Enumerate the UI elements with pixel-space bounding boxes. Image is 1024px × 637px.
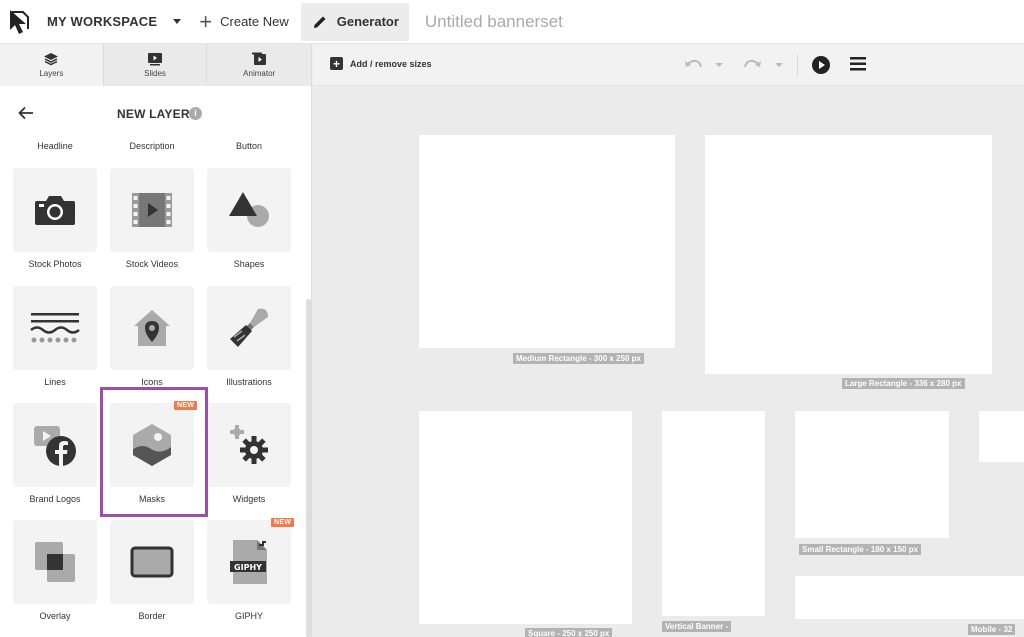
create-new-button[interactable]: + Create New <box>193 0 297 44</box>
banner-vertical[interactable] <box>662 411 765 616</box>
play-icon[interactable] <box>812 56 830 74</box>
banner-large-rectangle[interactable] <box>705 135 992 374</box>
banner-label-square: Square - 250 x 250 px <box>525 628 613 637</box>
panel-tabs: Layers Slides Animator <box>0 44 311 86</box>
tile-brand-logos[interactable] <box>13 403 97 487</box>
tile-illustrations[interactable] <box>207 286 291 370</box>
canvas-toolbar: + Add / remove sizes <box>313 44 1024 86</box>
banner-partial-right[interactable] <box>979 411 1024 462</box>
plus-icon: + <box>199 8 213 34</box>
add-remove-sizes-button[interactable]: + Add / remove sizes <box>330 57 432 70</box>
back-arrow-icon[interactable] <box>18 106 34 120</box>
left-panel: Layers Slides Animator NEW LAYER i Headl <box>0 44 312 637</box>
banner-label-vertical: Vertical Banner - <box>662 621 732 632</box>
undo-icon[interactable] <box>684 57 702 71</box>
banner-square[interactable] <box>419 411 632 624</box>
add-icon: + <box>330 57 343 70</box>
generator-label: Generator <box>336 14 399 29</box>
info-icon[interactable]: i <box>189 107 202 120</box>
layer-item-headline[interactable]: Headline <box>13 141 97 151</box>
tile-overlay-label: Overlay <box>39 611 71 621</box>
tile-lines-label: Lines <box>44 377 66 387</box>
workspace-dropdown-icon[interactable] <box>173 19 182 24</box>
tab-layers-label: Layers <box>39 69 64 78</box>
tile-stock-photos-label: Stock Photos <box>28 259 82 269</box>
add-remove-sizes-label: Add / remove sizes <box>350 58 432 69</box>
banner-medium-rectangle[interactable] <box>419 135 675 348</box>
tile-giphy-label: GIPHY <box>234 611 263 621</box>
top-bar: MY WORKSPACE + Create New Generator Unti… <box>0 0 1024 44</box>
redo-dropdown-icon[interactable] <box>775 63 783 67</box>
masks-highlight-frame <box>100 387 208 517</box>
app-logo-icon[interactable] <box>9 9 33 35</box>
panel-scrollbar[interactable] <box>306 299 311 637</box>
tile-illustrations-label: Illustrations <box>226 377 272 387</box>
tile-brand-logos-label: Brand Logos <box>29 494 81 504</box>
workspace-name[interactable]: MY WORKSPACE <box>47 14 157 29</box>
menu-icon[interactable] <box>850 56 866 72</box>
giphy-new-badge: NEW <box>271 518 295 527</box>
giphy-file-icon: GIPHY <box>230 540 267 584</box>
tab-slides-label: Slides <box>144 69 166 78</box>
border-icon <box>130 546 174 578</box>
tab-animator[interactable]: Animator <box>207 44 311 86</box>
tile-shapes[interactable] <box>207 168 291 252</box>
layer-item-button[interactable]: Button <box>207 141 291 151</box>
tile-border-label: Border <box>138 611 166 621</box>
generator-button[interactable]: Generator <box>300 2 409 41</box>
tile-stock-photos[interactable] <box>13 168 97 252</box>
slides-icon <box>148 53 162 66</box>
layer-item-description[interactable]: Description <box>110 141 194 151</box>
tile-stock-videos-label: Stock Videos <box>125 259 179 269</box>
paintbrush-icon <box>230 308 268 347</box>
banner-canvas: Medium Rectangle - 300 x 250 px Large Re… <box>313 86 1024 637</box>
tile-widgets-label: Widgets <box>232 494 266 504</box>
tile-border[interactable] <box>110 520 194 604</box>
tile-icons-label: Icons <box>141 377 163 387</box>
tile-icons[interactable] <box>110 286 194 370</box>
lines-icon <box>30 313 80 343</box>
tile-giphy[interactable]: GIPHY <box>207 520 291 604</box>
shapes-icon <box>229 192 269 227</box>
new-layer-title: NEW LAYER <box>117 107 190 121</box>
create-new-label: Create New <box>220 14 289 29</box>
banner-label-large-rectangle: Large Rectangle - 336 x 280 px <box>842 378 965 389</box>
undo-dropdown-icon[interactable] <box>715 63 723 67</box>
banner-small-rectangle[interactable] <box>795 411 949 538</box>
layers-icon <box>44 53 59 66</box>
banner-label-mobile: Mobile - 32 <box>968 624 1016 635</box>
animator-icon <box>252 52 267 65</box>
banner-mobile[interactable] <box>795 576 1024 619</box>
svg-text:GIPHY: GIPHY <box>234 563 262 572</box>
tile-overlay[interactable] <box>13 520 97 604</box>
camera-icon <box>35 196 75 225</box>
facebook-logo-icon <box>34 426 76 466</box>
house-pin-icon <box>134 310 170 346</box>
tab-layers[interactable]: Layers <box>0 44 104 86</box>
tile-stock-videos[interactable] <box>110 168 194 252</box>
bannerset-title[interactable]: Untitled bannerset <box>425 12 563 32</box>
tab-slides[interactable]: Slides <box>103 44 208 86</box>
tile-lines[interactable] <box>13 286 97 370</box>
toolbar-divider <box>797 54 798 76</box>
tab-animator-label: Animator <box>243 69 276 78</box>
pencil-icon <box>313 16 326 28</box>
new-layer-header: NEW LAYER i <box>0 102 311 126</box>
banner-label-small-rectangle: Small Rectangle - 180 x 150 px <box>799 544 922 555</box>
banner-label-medium-rectangle: Medium Rectangle - 300 x 250 px <box>513 353 644 364</box>
film-icon <box>132 193 172 227</box>
redo-icon[interactable] <box>744 57 762 71</box>
tile-shapes-label: Shapes <box>233 259 265 269</box>
tile-widgets[interactable] <box>207 403 291 487</box>
overlay-icon <box>35 542 75 582</box>
gear-icon <box>230 425 268 464</box>
